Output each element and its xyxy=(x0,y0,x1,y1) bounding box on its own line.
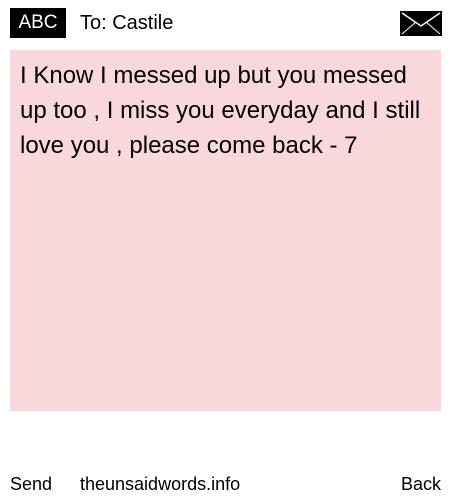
envelope-icon xyxy=(400,11,442,36)
site-label: theunsaidwords.info xyxy=(80,474,241,494)
message-body[interactable]: I Know I messed up but you messed up too… xyxy=(10,50,441,411)
recipient-field[interactable]: To: Castile xyxy=(80,8,173,38)
input-mode-badge[interactable]: ABC xyxy=(10,8,66,38)
header-bar: ABC To: Castile xyxy=(0,0,450,46)
softkey-bar: Send theunsaidwords.info Back xyxy=(0,470,450,498)
send-softkey[interactable]: Send xyxy=(10,470,52,498)
back-softkey[interactable]: Back xyxy=(401,470,441,498)
sms-compose-screen: ABC To: Castile I Know I messed up but y… xyxy=(0,0,450,500)
